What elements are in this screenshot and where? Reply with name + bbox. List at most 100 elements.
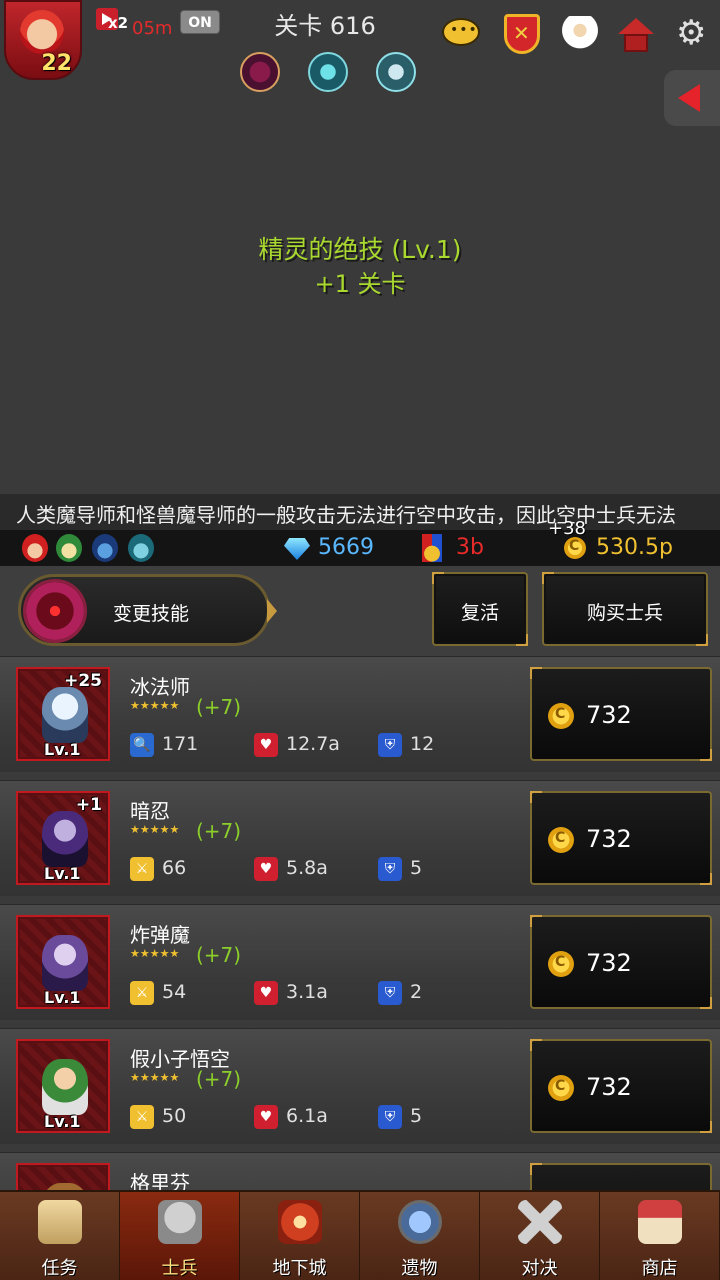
gold-coin-icon [548,1075,574,1101]
gold-count: 530.5p [596,535,673,560]
soldier-row: +1 Lv.1 暗忍 ★★★★★ (+7) ⚔ 66 ♥ 5.8a ⛨ 5 73… [0,780,720,896]
heart-icon: ♥ [254,981,278,1005]
soldier-portrait[interactable]: Lv.1 [16,1039,110,1133]
upgrade-button[interactable] [530,1163,712,1190]
buy-soldier-button[interactable]: 购买士兵 [542,572,708,646]
tab-label: 任务 [41,1258,78,1279]
player-avatar[interactable]: 22 [4,0,82,80]
shield-icon: ⛨ [378,857,402,881]
defense-value: 5 [410,1105,423,1127]
mailbox-button[interactable] [614,12,658,56]
dark-ninja-icon [42,811,88,867]
tab-label: 遗物 [401,1258,438,1279]
hp-value: 12.7a [286,733,340,755]
soldier-stars: ★★★★★ [130,1071,180,1084]
soldier-row: Lv.1 假小子悟空 ★★★★★ (+7) ⚔ 50 ♥ 6.1a ⛨ 5 73… [0,1028,720,1144]
side-panel-toggle-button[interactable] [664,70,720,126]
gold-coin-icon [548,951,574,977]
heart-icon: ♥ [254,733,278,757]
attack-value: 50 [162,1105,187,1127]
hp-value: 3.1a [286,981,328,1003]
hp-value: 6.1a [286,1105,328,1127]
heart-icon: ♥ [254,1105,278,1129]
angel-button[interactable] [558,12,602,56]
player-level: 22 [41,51,72,76]
revive-button[interactable]: 复活 [432,572,528,646]
attack-value: 66 [162,857,187,879]
upgrade-button[interactable]: 732 [530,791,712,885]
auto-toggle[interactable]: ON [180,10,220,34]
house-roof-icon [618,18,654,34]
tab-dungeon[interactable]: 地下城 [240,1192,360,1280]
angel-icon [560,16,600,52]
guild-shield-icon [504,14,540,54]
soldier-name: 炸弹魔 [130,923,190,947]
soldier-portrait[interactable] [16,1163,110,1190]
soldier-portrait[interactable]: Lv.1 [16,915,110,1009]
upgrade-button[interactable]: 732 [530,1039,712,1133]
soldier-stars: ★★★★★ [130,823,180,836]
shield-icon: ⛨ [378,981,402,1005]
ice-mage-icon [42,687,88,743]
settings-button[interactable]: ⚙ [672,12,716,56]
soldier-row: 格里芬 [0,1152,720,1190]
top-hud: 22 x2 05m ON 关卡 616 ⚙ [0,0,720,100]
soldier-plus: +25 [64,671,102,691]
upgrade-price: 732 [586,825,632,853]
soldier-portrait[interactable]: +1 Lv.1 [16,791,110,885]
hero-portrait-icon [20,10,64,54]
soldier-row: Lv.1 炸弹魔 ★★★★★ (+7) ⚔ 54 ♥ 3.1a ⛨ 2 732 [0,904,720,1020]
attack-value: 54 [162,981,187,1003]
upgrade-price: 732 [586,701,632,729]
news-ticker: 人类魔导师和怪兽魔导师的一般攻击无法进行空中攻击，因此空中士兵无法 [0,494,720,530]
soldier-bonus: (+7) [196,819,242,843]
shield-icon: ⛨ [378,1105,402,1129]
tab-soldiers[interactable]: 士兵 [120,1192,240,1280]
chat-bubble-icon [442,18,480,46]
monster-icon [278,1200,322,1244]
tab-label: 商店 [641,1258,678,1279]
buff-angel-wings-icon[interactable] [376,52,416,92]
bomber-icon [42,935,88,991]
upgrade-button[interactable]: 732 [530,915,712,1009]
diamond-icon [284,538,310,560]
tab-label: 地下城 [272,1258,327,1279]
soldier-row: +25 Lv.1 冰法师 ★★★★★ (+7) 🔍 171 ♥ 12.7a ⛨ … [0,656,720,772]
party-hero-icon [22,534,48,562]
buff-demon-eye-icon[interactable] [240,52,280,92]
change-skill-label: 变更技能 [113,603,190,625]
guild-button[interactable] [500,12,544,56]
tab-quests[interactable]: 任务 [0,1192,120,1280]
soldier-list[interactable]: +25 Lv.1 冰法师 ★★★★★ (+7) 🔍 171 ♥ 12.7a ⛨ … [0,656,720,1190]
soldier-level: Lv.1 [44,988,81,1007]
defense-value: 12 [410,733,435,755]
change-skill-button[interactable]: 变更技能 [18,574,277,646]
buff-spirit-icon[interactable] [308,52,348,92]
action-bar: 变更技能 复活 购买士兵 [0,566,720,656]
gear-icon: ⚙ [676,13,707,53]
soldier-stars: ★★★★★ [130,699,180,712]
soldier-portrait[interactable]: +25 Lv.1 [16,667,110,761]
heart-icon: ♥ [254,857,278,881]
soldier-level: Lv.1 [44,864,81,883]
tab-duel[interactable]: 对决 [480,1192,600,1280]
tab-label: 士兵 [161,1258,198,1279]
soldier-level: Lv.1 [44,1112,81,1131]
soldier-bonus: (+7) [196,943,242,967]
attack-value: 171 [162,733,199,755]
bottom-navigation: 任务 士兵 地下城 遗物 对决 商店 [0,1190,720,1280]
tab-relics[interactable]: 遗物 [360,1192,480,1280]
tomboy-wukong-icon [42,1059,88,1115]
shield-icon: ⛨ [378,733,402,757]
gold-coin-icon [564,537,586,559]
soldier-bonus: (+7) [196,1067,242,1091]
floating-gold-gain: +38 [548,518,586,539]
shop-icon [638,1200,682,1244]
chat-button[interactable] [440,12,484,56]
skill-notification-effect: +1 关卡 [314,270,406,298]
tab-shop[interactable]: 商店 [600,1192,720,1280]
gold-coin-icon [548,827,574,853]
upgrade-button[interactable]: 732 [530,667,712,761]
resource-bar: 5669 3b 530.5p [0,530,720,566]
speed-timer: 05m [132,18,173,39]
